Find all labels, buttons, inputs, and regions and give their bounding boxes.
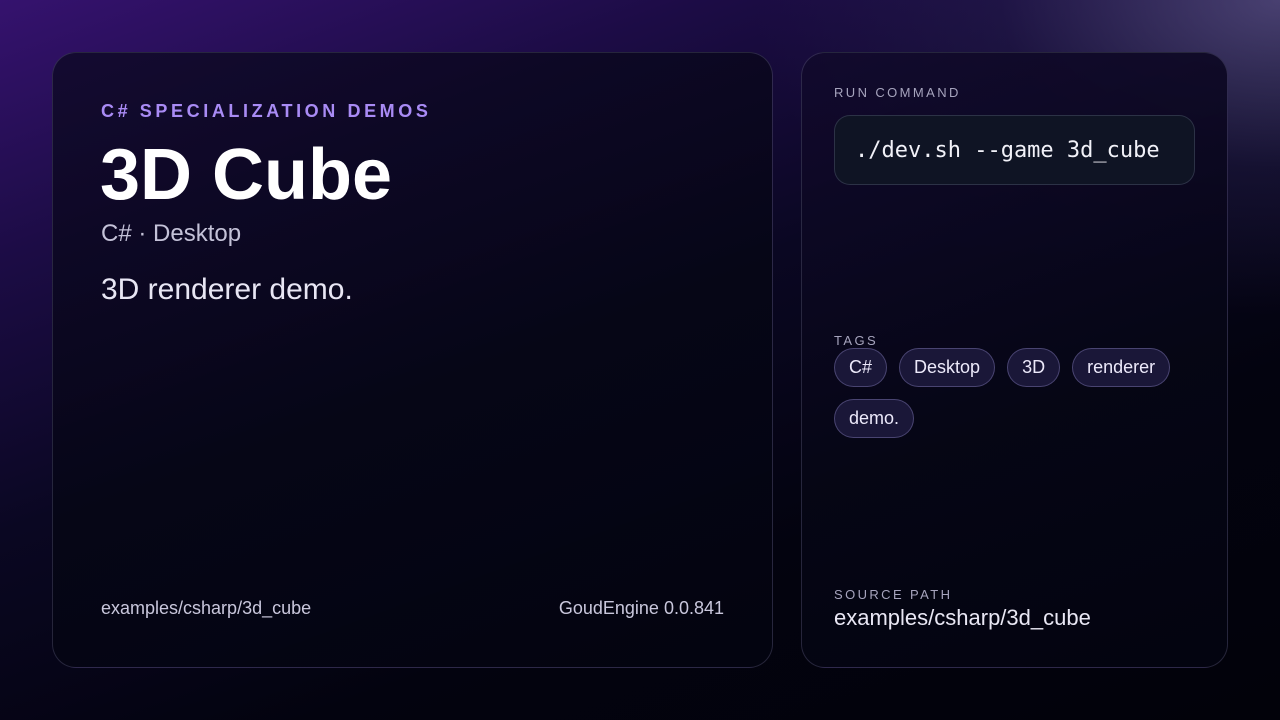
demo-details-panel: RUN COMMAND ./dev.sh --game 3d_cube TAGS… bbox=[801, 52, 1228, 668]
demo-info-card: C# SPECIALIZATION DEMOS 3D Cube C# · Des… bbox=[52, 52, 773, 668]
run-command-text[interactable]: ./dev.sh --game 3d_cube bbox=[855, 138, 1160, 163]
source-path-value: examples/csharp/3d_cube bbox=[834, 605, 1091, 630]
tags-label: TAGS bbox=[834, 333, 879, 348]
engine-version: GoudEngine 0.0.841 bbox=[558, 598, 724, 618]
run-command-box[interactable]: ./dev.sh --game 3d_cube bbox=[834, 115, 1195, 185]
category-eyebrow: C# SPECIALIZATION DEMOS bbox=[101, 101, 432, 121]
run-command-label: RUN COMMAND bbox=[834, 85, 961, 100]
tag-list: C# Desktop 3D renderer demo. bbox=[834, 348, 1204, 438]
tag-chip: renderer bbox=[1072, 348, 1171, 387]
page-title: 3D Cube bbox=[100, 135, 393, 215]
demo-subtitle: C# · Desktop bbox=[101, 220, 242, 247]
footer-source-path: examples/csharp/3d_cube bbox=[101, 598, 312, 618]
tag-chip: C# bbox=[834, 348, 888, 387]
source-path-label: SOURCE PATH bbox=[834, 587, 953, 602]
tag-chip: Desktop bbox=[899, 348, 996, 387]
demo-description: 3D renderer demo. bbox=[101, 273, 353, 306]
tag-chip: demo. bbox=[834, 399, 915, 438]
tag-chip: 3D bbox=[1007, 348, 1061, 387]
